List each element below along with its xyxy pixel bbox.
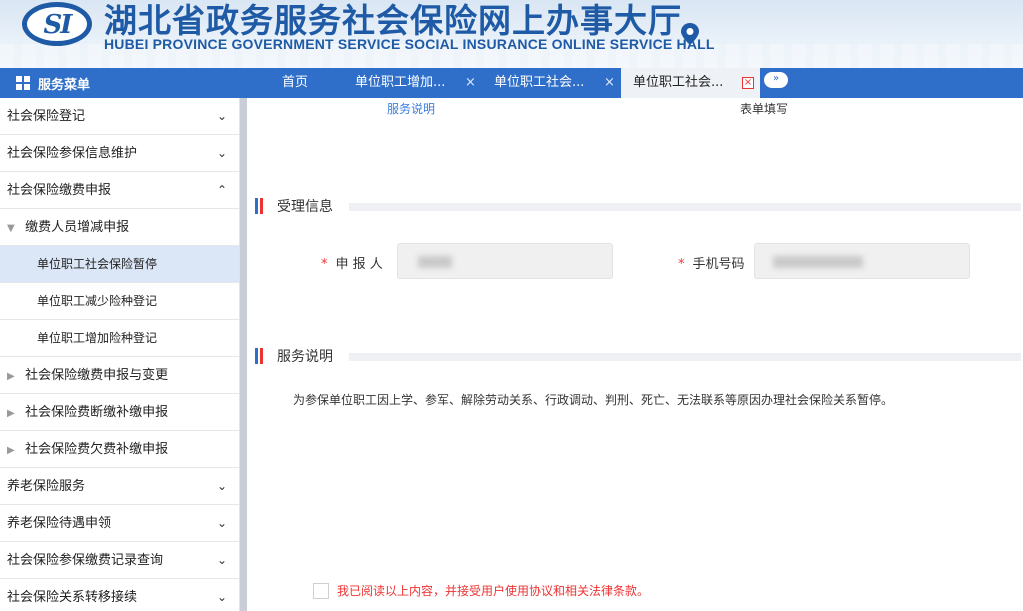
sidebar-item-label: 单位职工社会保险暂停	[37, 257, 158, 271]
chevron-down-icon: ⌄	[216, 479, 227, 493]
section-title: 受理信息	[277, 199, 333, 215]
required-mark: *	[678, 257, 685, 272]
sidebar-item-label: 社会保险登记	[7, 109, 86, 124]
sidebar-subgroup-payment-change[interactable]: ▶ 社会保险缴费申报与变更	[0, 357, 239, 394]
sidebar-subgroup-arrears-payment[interactable]: ▶ 社会保险费欠费补缴申报	[0, 431, 239, 468]
redacted-value	[773, 255, 863, 268]
sidebar-item-label: 单位职工减少险种登记	[37, 294, 158, 308]
phone-field[interactable]	[754, 243, 970, 279]
step-form-fill[interactable]: 表单填写	[740, 100, 788, 117]
agreement-checkbox[interactable]	[313, 582, 329, 599]
service-menu-header: 服务菜单	[0, 68, 240, 98]
sidebar-item-insurance-suspend[interactable]: 单位职工社会保险暂停	[0, 246, 239, 283]
chevron-down-icon: ⌄	[216, 109, 227, 123]
close-icon[interactable]: ×	[742, 77, 754, 89]
sidebar-scrollbar[interactable]	[240, 98, 247, 611]
tab-label: 单位职工增加...	[355, 75, 446, 90]
top-nav-bar: 服务菜单 首页 单位职工增加... × 单位职工社会... × 单位职工社会..…	[0, 68, 1023, 98]
sidebar-subgroup-interrupted-payment[interactable]: ▶ 社会保险费断缴补缴申报	[0, 394, 239, 431]
sidebar-item-label: 社会保险缴费申报与变更	[25, 368, 169, 383]
sidebar: 社会保险登记 ⌄ 社会保险参保信息维护 ⌄ 社会保险缴费申报 ⌃ ▼ 缴费人员增…	[0, 98, 240, 611]
sidebar-item-label: 养老保险服务	[7, 479, 86, 494]
sidebar-subgroup-staff-change[interactable]: ▼ 缴费人员增减申报	[0, 209, 239, 246]
sidebar-item-payment-declaration[interactable]: 社会保险缴费申报 ⌃	[0, 172, 239, 209]
close-icon[interactable]: ×	[465, 68, 476, 98]
chevron-down-icon: ⌄	[216, 146, 227, 160]
tab-label: 单位职工社会...	[633, 75, 724, 90]
applicant-label: * 申 报 人	[321, 253, 383, 272]
sidebar-item-label: 缴费人员增减申报	[25, 220, 130, 235]
tab-label: 单位职工社会...	[494, 75, 585, 90]
grid-menu-icon	[16, 76, 30, 90]
triangle-down-icon: ▼	[7, 223, 15, 234]
sidebar-item-add-insurance[interactable]: 单位职工增加险种登记	[0, 320, 239, 357]
sidebar-item-label: 单位职工增加险种登记	[37, 331, 158, 345]
sidebar-item-record-query[interactable]: 社会保险参保缴费记录查询 ⌄	[0, 542, 239, 579]
sidebar-item-label: 社会保险参保缴费记录查询	[7, 553, 164, 568]
sidebar-item-social-insurance-registration[interactable]: 社会保险登记 ⌄	[0, 98, 239, 135]
sidebar-item-label: 社会保险关系转移接续	[7, 590, 138, 605]
si-logo[interactable]: SI	[22, 2, 92, 46]
sidebar-item-pension-service[interactable]: 养老保险服务 ⌄	[0, 468, 239, 505]
section-bar-red	[260, 198, 263, 214]
section-divider	[349, 353, 1021, 361]
main-content: 服务说明 表单填写 受理信息 * 申 报 人 * 手机号码 服务说明 为参保单位职工…	[247, 98, 1023, 611]
required-mark: *	[321, 257, 328, 272]
section-bar-red	[260, 348, 263, 364]
triangle-right-icon: ▶	[7, 408, 15, 419]
triangle-right-icon: ▶	[7, 445, 15, 456]
tab-insurance-2[interactable]: 单位职工社会... ×	[494, 68, 615, 98]
close-icon[interactable]: ×	[604, 68, 615, 98]
sidebar-item-label: 社会保险参保信息维护	[7, 146, 138, 161]
section-bar-blue	[255, 348, 258, 364]
tab-insurance-suspend[interactable]: 单位职工社会... ×	[621, 68, 760, 98]
section-title: 服务说明	[277, 349, 333, 365]
phone-label-text: 手机号码	[692, 257, 745, 272]
agreement-row: 我已阅读以上内容，并接受用户使用协议和相关法律条款。	[313, 582, 649, 599]
chevron-down-icon: ⌄	[216, 553, 227, 567]
step-indicator: 服务说明 表单填写	[247, 98, 1023, 118]
step-service-description[interactable]: 服务说明	[387, 100, 435, 117]
sidebar-item-reduce-insurance[interactable]: 单位职工减少险种登记	[0, 283, 239, 320]
site-title-en: HUBEI PROVINCE GOVERNMENT SERVICE SOCIAL…	[104, 36, 715, 52]
service-description-text: 为参保单位职工因上学、参军、解除劳动关系、行政调动、判刑、死亡、无法联系等原因办…	[293, 393, 894, 407]
section-divider	[349, 203, 1021, 211]
tab-label: 首页	[282, 75, 309, 90]
agreement-text[interactable]: 我已阅读以上内容，并接受用户使用协议和相关法律条款。	[337, 582, 649, 599]
site-header: SI 湖北省政务服务社会保险网上办事大厅 HUBEI PROVINCE GOVE…	[0, 0, 1023, 68]
sidebar-item-label: 社会保险费欠费补缴申报	[25, 442, 169, 457]
triangle-right-icon: ▶	[7, 371, 15, 382]
section-bar-blue	[255, 198, 258, 214]
chevron-down-icon: ⌄	[216, 516, 227, 530]
phone-label: * 手机号码	[678, 253, 745, 272]
tab-home[interactable]: 首页	[282, 68, 308, 98]
sidebar-item-pension-claim[interactable]: 养老保险待遇申领 ⌄	[0, 505, 239, 542]
chevron-up-icon: ⌃	[216, 183, 227, 197]
applicant-label-text: 申 报 人	[335, 257, 383, 272]
scrollbar-thumb[interactable]	[240, 98, 247, 611]
sidebar-item-transfer[interactable]: 社会保险关系转移接续 ⌄	[0, 579, 239, 611]
more-tabs-icon[interactable]: »	[764, 72, 788, 88]
sidebar-item-label: 社会保险费断缴补缴申报	[25, 405, 169, 420]
applicant-field[interactable]	[397, 243, 613, 279]
location-pin-icon[interactable]	[680, 22, 700, 46]
sidebar-item-label: 社会保险缴费申报	[7, 183, 112, 198]
redacted-value	[418, 255, 452, 268]
service-menu-title: 服务菜单	[38, 77, 91, 93]
chevron-down-icon: ⌄	[216, 590, 227, 604]
sidebar-item-label: 养老保险待遇申领	[7, 516, 112, 531]
section-accept-info: 受理信息	[255, 196, 1021, 216]
section-service-description: 服务说明	[255, 346, 1021, 366]
logo-text: SI	[43, 10, 73, 40]
tab-add-insurance[interactable]: 单位职工增加... ×	[355, 68, 476, 98]
sidebar-item-info-maintenance[interactable]: 社会保险参保信息维护 ⌄	[0, 135, 239, 172]
